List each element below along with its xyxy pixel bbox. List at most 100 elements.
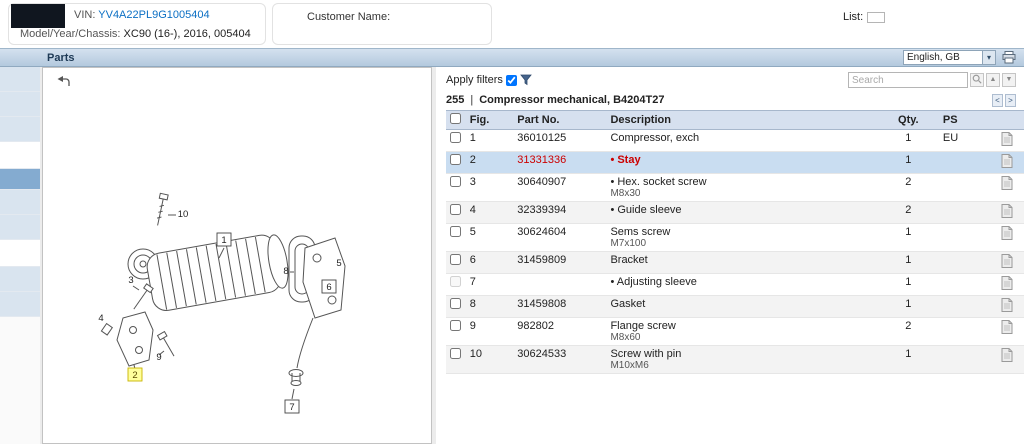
part-no-cell: 31459808: [513, 296, 606, 318]
search-button[interactable]: [970, 73, 984, 87]
ps-cell: [939, 318, 990, 346]
table-row[interactable]: 631459809Bracket1: [446, 252, 1024, 274]
row-checkbox[interactable]: [450, 132, 461, 143]
row-checkbox-cell: [446, 252, 466, 274]
sidebar-item[interactable]: [0, 267, 40, 292]
note-icon-cell[interactable]: [990, 274, 1024, 296]
sidebar-item[interactable]: [0, 142, 40, 169]
note-icon-cell[interactable]: [990, 174, 1024, 202]
row-checkbox[interactable]: [450, 254, 461, 265]
chevron-down-icon: ▼: [1006, 76, 1013, 83]
sidebar-item[interactable]: [0, 292, 40, 317]
language-select[interactable]: English, GB ▾: [903, 50, 996, 65]
row-checkbox[interactable]: [450, 204, 461, 215]
print-button[interactable]: [1000, 50, 1018, 65]
table-row[interactable]: 330640907• Hex. socket screwM8x302: [446, 174, 1024, 202]
sidebar-item[interactable]: [0, 240, 40, 267]
part-no-cell: 31331336: [513, 152, 606, 174]
sidebar-item[interactable]: [0, 117, 40, 142]
ps-cell: [939, 152, 990, 174]
table-row[interactable]: 432339394• Guide sleeve2: [446, 202, 1024, 224]
diagram-callout[interactable]: 7: [289, 402, 294, 413]
back-button[interactable]: [53, 76, 73, 91]
apply-filters-label: Apply filters: [446, 74, 503, 86]
qty-cell: 1: [878, 252, 939, 274]
diagram-callout[interactable]: 3: [128, 275, 133, 286]
note-icon-cell[interactable]: [990, 318, 1024, 346]
note-icon-cell[interactable]: [990, 130, 1024, 152]
prev-page-button[interactable]: <: [992, 94, 1003, 107]
qty-cell: 1: [878, 346, 939, 374]
note-icon-cell[interactable]: [990, 252, 1024, 274]
note-icon-cell[interactable]: [990, 152, 1024, 174]
description-cell: Gasket: [606, 296, 877, 318]
qty-cell: 2: [878, 318, 939, 346]
table-row[interactable]: 7• Adjusting sleeve1: [446, 274, 1024, 296]
chevron-down-icon: ▾: [982, 51, 995, 64]
diagram-callout[interactable]: 6: [326, 282, 331, 293]
column-header: PS: [939, 111, 990, 130]
ps-cell: [939, 174, 990, 202]
table-row[interactable]: 1030624533Screw with pinM10xM61: [446, 346, 1024, 374]
note-icon: [1001, 276, 1013, 290]
apply-filters-checkbox[interactable]: [506, 75, 517, 86]
diagram-callout[interactable]: 5: [336, 258, 341, 269]
chevron-up-icon: ▲: [990, 76, 997, 83]
search-next-button[interactable]: ▼: [1002, 73, 1016, 87]
section-header: 255 | Compressor mechanical, B4204T27 < …: [446, 92, 1016, 108]
table-row[interactable]: 9982802Flange screwM8x602: [446, 318, 1024, 346]
note-icon: [1001, 154, 1013, 168]
part-no-cell: 982802: [513, 318, 606, 346]
description-cell: Compressor, exch: [606, 130, 877, 152]
diagram-callout[interactable]: 8: [283, 266, 288, 277]
pager: < >: [992, 94, 1016, 107]
ps-cell: [939, 346, 990, 374]
note-icon-cell[interactable]: [990, 346, 1024, 374]
note-icon-cell[interactable]: [990, 202, 1024, 224]
table-row[interactable]: 831459808Gasket1: [446, 296, 1024, 318]
note-icon-cell[interactable]: [990, 296, 1024, 318]
diagram-callout[interactable]: 4: [98, 313, 103, 324]
sidebar-item[interactable]: [0, 67, 40, 92]
table-row[interactable]: 136010125Compressor, exch1EU: [446, 130, 1024, 152]
qty-cell: 2: [878, 174, 939, 202]
model-line: Model/Year/Chassis: XC90 (16-), 2016, 00…: [20, 28, 251, 40]
note-icon-cell[interactable]: [990, 224, 1024, 252]
select-all-checkbox[interactable]: [450, 113, 461, 124]
row-checkbox[interactable]: [450, 176, 461, 187]
fig-cell: 4: [466, 202, 514, 224]
description-sub: M8x60: [610, 332, 873, 343]
sidebar-item[interactable]: [0, 215, 40, 240]
row-checkbox[interactable]: [450, 298, 461, 309]
next-page-button[interactable]: >: [1005, 94, 1016, 107]
filter-funnel-icon[interactable]: [520, 74, 532, 86]
row-checkbox[interactable]: [450, 226, 461, 237]
parts-tab-title: Parts: [47, 52, 75, 64]
description-cell: • Adjusting sleeve: [606, 274, 877, 296]
exploded-diagram: 10 1 3 4 9 2 5 8 6 7: [43, 68, 431, 443]
row-checkbox[interactable]: [450, 276, 461, 287]
fig-cell: 2: [466, 152, 514, 174]
sidebar-item-selected[interactable]: [0, 169, 40, 190]
list-dropdown[interactable]: [867, 12, 885, 23]
row-checkbox[interactable]: [450, 320, 461, 331]
vin-value[interactable]: YV4A22PL9G1005404: [98, 9, 209, 21]
row-checkbox-cell: [446, 274, 466, 296]
diagram-callout[interactable]: 2: [132, 370, 137, 381]
row-checkbox[interactable]: [450, 348, 461, 359]
diagram-callout[interactable]: 1: [221, 235, 226, 246]
table-row[interactable]: 530624604Sems screwM7x1001: [446, 224, 1024, 252]
description-cell: Flange screwM8x60: [606, 318, 877, 346]
row-checkbox[interactable]: [450, 154, 461, 165]
diagram-callout[interactable]: 10: [178, 209, 189, 220]
fig-cell: 7: [466, 274, 514, 296]
diagram-callout[interactable]: 9: [156, 352, 161, 363]
sidebar-item[interactable]: [0, 92, 40, 117]
row-checkbox-cell: [446, 174, 466, 202]
table-row[interactable]: 231331336• Stay1: [446, 152, 1024, 174]
column-header: Part No.: [513, 111, 606, 130]
sidebar-item[interactable]: [0, 190, 40, 215]
search-input[interactable]: [848, 72, 968, 88]
search-prev-button[interactable]: ▲: [986, 73, 1000, 87]
ps-cell: [939, 224, 990, 252]
